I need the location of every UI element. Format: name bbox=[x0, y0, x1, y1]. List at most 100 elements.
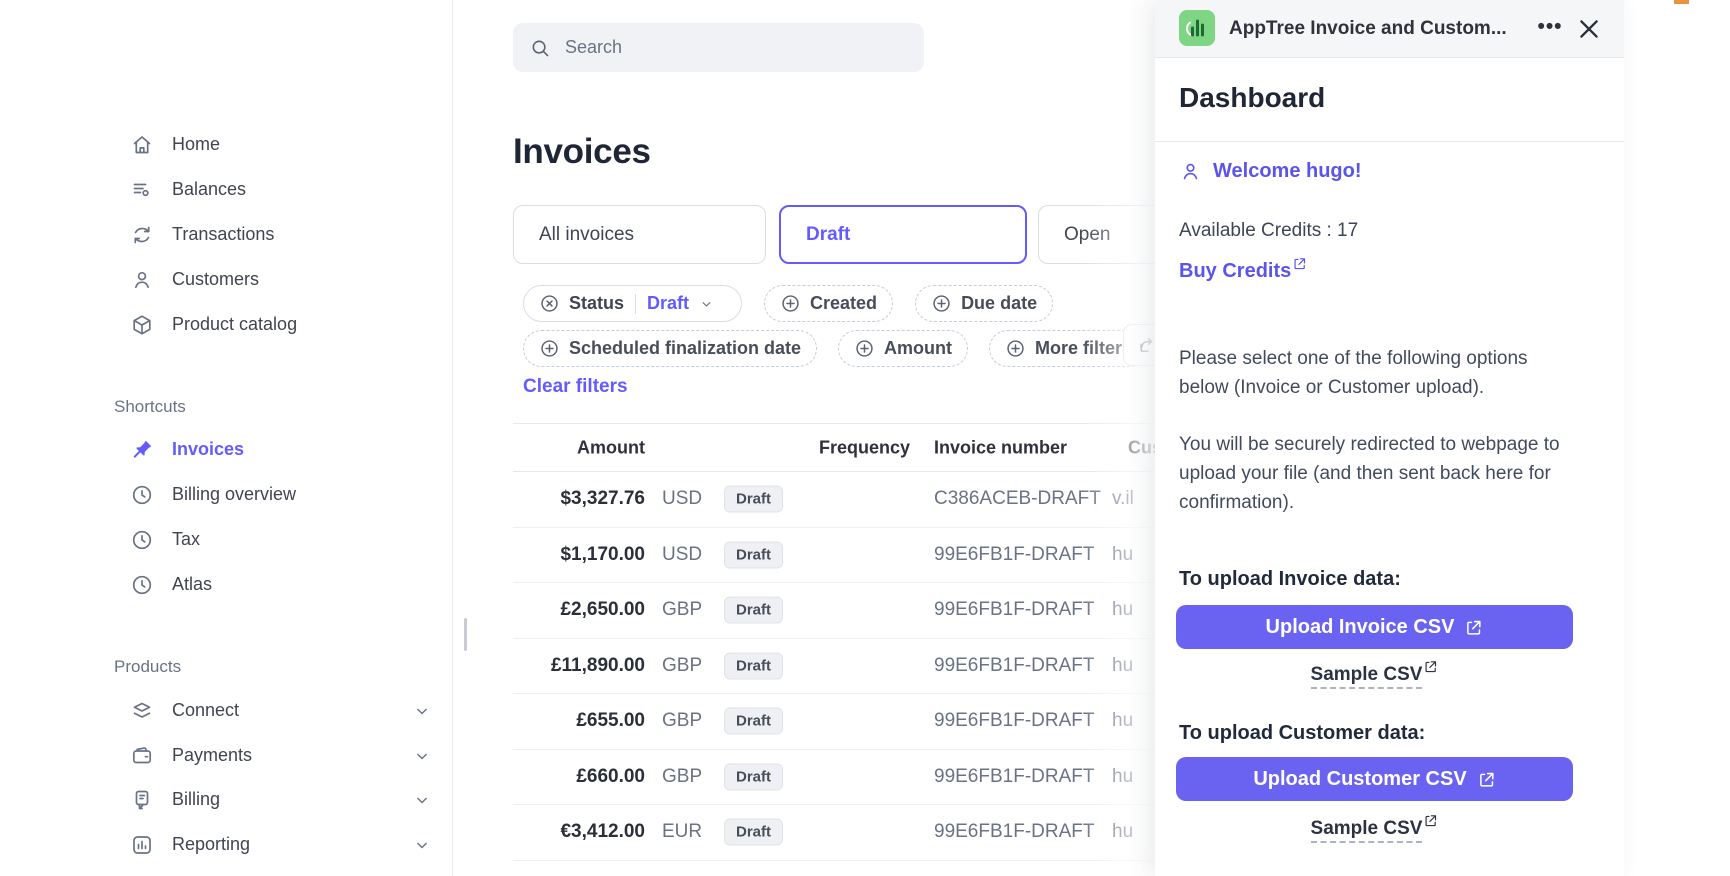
sidebar-item-payments[interactable]: Payments bbox=[114, 733, 434, 778]
column-header-amount: Amount bbox=[577, 437, 645, 457]
clock-icon bbox=[130, 483, 154, 507]
sidebar-item-tax[interactable]: Tax bbox=[114, 517, 434, 562]
invoice-row[interactable]: £11,890.00 GBP Draft 99E6FB1F-DRAFT hu bbox=[513, 639, 1213, 694]
sidebar-item-transactions[interactable]: Transactions bbox=[114, 212, 434, 257]
status-badge: Draft bbox=[724, 818, 784, 846]
extension-panel: AppTree Invoice and Custom... ••• Dashbo… bbox=[1155, 0, 1624, 876]
status-badge: Draft bbox=[724, 763, 784, 791]
external-link-icon bbox=[1292, 256, 1307, 271]
search-bar[interactable] bbox=[513, 23, 924, 72]
sidebar-item-balances[interactable]: Balances bbox=[114, 167, 434, 212]
column-header-frequency: Frequency bbox=[818, 437, 910, 457]
invoice-number-cell: 99E6FB1F-DRAFT bbox=[934, 821, 1095, 843]
panel-instructions-1: Please select one of the following optio… bbox=[1179, 348, 1528, 398]
sidebar: Home Balances Transactions Customers Pro… bbox=[0, 0, 453, 876]
filter-row-2: Scheduled finalization date Amount More … bbox=[523, 330, 1149, 367]
status-badge: Draft bbox=[724, 707, 784, 735]
circle-plus-icon bbox=[1005, 338, 1026, 359]
apptree-app-icon bbox=[1179, 10, 1215, 46]
filter-status-pill[interactable]: Status Draft bbox=[523, 285, 743, 322]
sample-invoice-csv-link[interactable]: Sample CSV bbox=[1310, 664, 1423, 689]
customer-cell: v.il bbox=[1112, 488, 1134, 510]
sidebar-item-connect[interactable]: Connect bbox=[114, 688, 434, 733]
chevron-down-icon bbox=[412, 790, 432, 810]
sidebar-item-billing-overview[interactable]: Billing overview bbox=[114, 472, 434, 517]
product-catalog-icon bbox=[130, 313, 154, 337]
amount-cell: $3,327.76 bbox=[560, 488, 645, 510]
upload-invoice-csv-button[interactable]: Upload Invoice CSV bbox=[1176, 605, 1573, 649]
invoice-row[interactable]: $3,327.76 USD Draft C386ACEB-DRAFT v.il bbox=[513, 472, 1213, 528]
export-icon bbox=[1135, 335, 1156, 356]
sidebar-item-product-catalog[interactable]: Product catalog bbox=[114, 302, 434, 347]
circle-x-icon bbox=[539, 293, 560, 314]
sidebar-item-home[interactable]: Home bbox=[114, 122, 434, 167]
currency-cell: GBP bbox=[662, 599, 703, 621]
external-link-icon bbox=[1423, 813, 1438, 828]
add-filter-scheduled-finalization-date[interactable]: Scheduled finalization date bbox=[523, 330, 818, 367]
tab-all-invoices[interactable]: All invoices bbox=[513, 205, 766, 264]
buy-credits-link[interactable]: Buy Credits bbox=[1179, 256, 1307, 283]
clock-icon bbox=[130, 573, 154, 597]
circle-plus-icon bbox=[854, 338, 875, 359]
invoice-row[interactable]: £2,650.00 GBP Draft 99E6FB1F-DRAFT hu bbox=[513, 583, 1213, 639]
invoice-row[interactable]: £655.00 GBP Draft 99E6FB1F-DRAFT hu bbox=[513, 694, 1213, 750]
currency-cell: GBP bbox=[662, 710, 703, 732]
close-icon[interactable] bbox=[1575, 15, 1603, 43]
sample-customer-csv-wrap: Sample CSV bbox=[1176, 813, 1573, 843]
invoice-number-cell: 99E6FB1F-DRAFT bbox=[934, 654, 1095, 676]
invoice-row[interactable]: $1,170.00 USD Draft 99E6FB1F-DRAFT hu bbox=[513, 528, 1213, 583]
scrollbar-thumb[interactable] bbox=[464, 618, 467, 651]
currency-cell: USD bbox=[662, 488, 703, 510]
page-title: Invoices bbox=[513, 132, 651, 171]
currency-cell: USD bbox=[662, 543, 703, 565]
invoice-row[interactable]: £660.00 GBP Draft 99E6FB1F-DRAFT hu bbox=[513, 750, 1213, 805]
search-icon bbox=[529, 37, 551, 59]
panel-notification-sliver bbox=[1674, 0, 1689, 4]
chevron-down-icon bbox=[412, 746, 432, 766]
app-window: Home Balances Transactions Customers Pro… bbox=[0, 0, 1730, 876]
welcome-link[interactable]: Welcome hugo! bbox=[1179, 160, 1362, 183]
amount-cell: $1,170.00 bbox=[560, 543, 645, 565]
chevron-down-icon bbox=[412, 701, 432, 721]
table-body: $3,327.76 USD Draft C386ACEB-DRAFT v.il … bbox=[513, 472, 1213, 861]
add-filter-due-date[interactable]: Due date bbox=[915, 285, 1054, 322]
panel-menu-button[interactable]: ••• bbox=[1533, 13, 1567, 43]
status-cell: Draft bbox=[724, 596, 784, 624]
user-icon bbox=[1179, 160, 1202, 183]
clear-filters-link[interactable]: Clear filters bbox=[523, 376, 628, 398]
external-link-icon bbox=[1423, 659, 1438, 674]
sidebar-item-billing[interactable]: Billing bbox=[114, 777, 434, 822]
add-filter-created[interactable]: Created bbox=[764, 285, 894, 322]
tab-draft[interactable]: Draft bbox=[779, 205, 1027, 264]
circle-plus-icon bbox=[931, 293, 952, 314]
customer-section-heading: To upload Customer data: bbox=[1179, 722, 1426, 744]
balances-icon bbox=[130, 178, 154, 202]
connect-icon bbox=[130, 699, 154, 723]
invoice-row[interactable]: €3,412.00 EUR Draft 99E6FB1F-DRAFT hu bbox=[513, 805, 1213, 861]
extension-title: AppTree Invoice and Custom... bbox=[1229, 18, 1507, 39]
invoices-table: Amount Frequency Invoice number Customer… bbox=[513, 423, 1213, 861]
status-cell: Draft bbox=[724, 652, 784, 680]
sidebar-item-reporting[interactable]: Reporting bbox=[114, 822, 434, 867]
sidebar-item-atlas[interactable]: Atlas bbox=[114, 562, 434, 607]
status-badge: Draft bbox=[724, 541, 784, 569]
currency-cell: GBP bbox=[662, 765, 703, 787]
extension-panel-header: AppTree Invoice and Custom... ••• bbox=[1155, 0, 1624, 58]
amount-cell: £2,650.00 bbox=[560, 599, 645, 621]
sidebar-item-invoices[interactable]: Invoices bbox=[114, 427, 434, 472]
invoice-section-heading: To upload Invoice data: bbox=[1179, 568, 1401, 590]
sidebar-section-products: Products bbox=[114, 657, 182, 676]
customer-cell: hu bbox=[1112, 710, 1134, 732]
pill-divider bbox=[635, 293, 637, 314]
customer-cell: hu bbox=[1112, 543, 1134, 565]
sample-customer-csv-link[interactable]: Sample CSV bbox=[1310, 818, 1423, 843]
upload-customer-csv-button[interactable]: Upload Customer CSV bbox=[1176, 757, 1573, 801]
amount-cell: £660.00 bbox=[576, 765, 645, 787]
circle-plus-icon bbox=[539, 338, 560, 359]
sidebar-item-customers[interactable]: Customers bbox=[114, 257, 434, 302]
search-input[interactable] bbox=[563, 36, 897, 59]
status-badge: Draft bbox=[724, 485, 784, 513]
amount-cell: €3,412.00 bbox=[560, 821, 645, 843]
customers-icon bbox=[130, 268, 154, 292]
add-filter-amount[interactable]: Amount bbox=[838, 330, 969, 367]
